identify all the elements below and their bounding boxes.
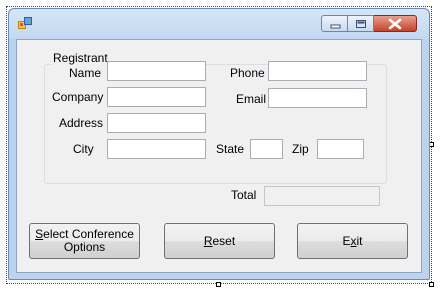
name-label: Name (69, 66, 102, 80)
email-label: Email (236, 92, 267, 106)
maximize-icon (356, 20, 366, 28)
title-bar (9, 9, 429, 39)
resize-handle-bottom[interactable] (216, 282, 221, 287)
zip-input[interactable] (317, 139, 364, 159)
name-input[interactable] (107, 61, 206, 81)
company-label: Company (52, 90, 104, 104)
state-input[interactable] (250, 139, 283, 159)
select-conference-options-label: Select Conference Options (35, 228, 134, 254)
city-input[interactable] (107, 139, 206, 159)
select-conference-options-button[interactable]: Select Conference Options (29, 223, 140, 259)
reset-button[interactable]: Reset (164, 223, 275, 259)
form-window: Registrant Name Phone Company Email Addr… (8, 8, 430, 280)
email-input[interactable] (268, 88, 367, 108)
total-output (264, 186, 380, 206)
address-input[interactable] (107, 113, 206, 133)
designer-surface: Registrant Name Phone Company Email Addr… (0, 0, 445, 293)
form-client-area: Registrant Name Phone Company Email Addr… (16, 39, 422, 273)
address-label: Address (59, 116, 104, 130)
state-label: State (216, 142, 245, 156)
minimize-icon (330, 24, 341, 29)
city-label: City (73, 142, 94, 156)
phone-label: Phone (230, 66, 265, 80)
select-label-rest: elect Conference (43, 227, 134, 241)
reset-label: Reset (204, 233, 236, 248)
minimize-button[interactable] (321, 15, 348, 32)
zip-label: Zip (292, 142, 309, 156)
select-mnemonic: S (35, 227, 44, 241)
phone-input[interactable] (268, 61, 367, 81)
company-input[interactable] (107, 87, 206, 107)
reset-label-rest: eset (212, 233, 236, 248)
total-label: Total (231, 188, 257, 202)
close-icon (388, 18, 402, 30)
select-label-line2: Options (63, 240, 106, 254)
form-icon (18, 17, 32, 29)
maximize-button[interactable] (348, 15, 374, 32)
exit-button[interactable]: Exit (297, 223, 408, 259)
exit-label: Exit (342, 233, 363, 248)
groupbox-title: Registrant (51, 51, 110, 65)
exit-label-pre: E (342, 233, 351, 248)
resize-handle-corner[interactable] (429, 282, 434, 287)
close-button[interactable] (374, 15, 417, 32)
exit-label-rest: it (356, 233, 363, 248)
